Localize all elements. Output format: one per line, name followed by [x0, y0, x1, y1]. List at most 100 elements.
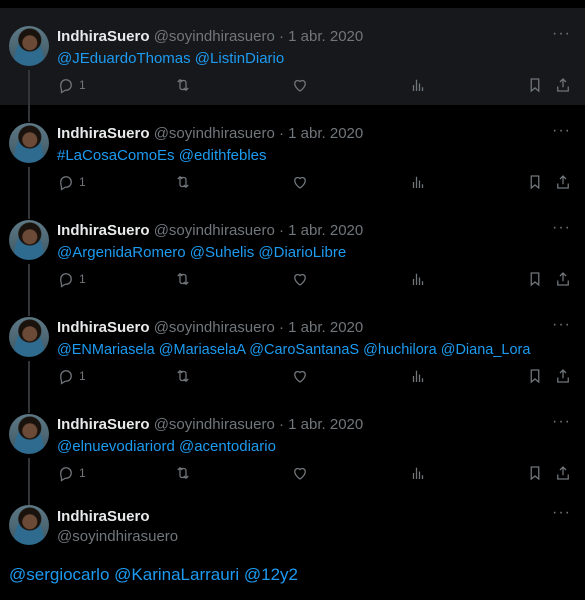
more-options-icon[interactable]: ···	[552, 413, 571, 431]
retweet-button[interactable]	[174, 75, 192, 95]
mention-link[interactable]: @huchilora	[363, 342, 437, 358]
mention-link[interactable]: @Suhelis	[190, 244, 254, 261]
tweet-text: @ENMariasela @MariaselaA @CaroSantanaS @…	[57, 340, 530, 360]
author-handle[interactable]: @soyindhirasuero	[154, 125, 275, 142]
avatar[interactable]	[9, 220, 49, 260]
avatar[interactable]	[9, 414, 49, 454]
tweet-actions: 1	[57, 269, 577, 289]
author-name[interactable]: IndhiraSuero	[57, 125, 150, 142]
more-options-icon[interactable]: ···	[552, 316, 571, 334]
author-name[interactable]: IndhiraSuero	[57, 28, 150, 45]
separator: ·	[278, 416, 284, 433]
reply-button[interactable]: 1	[57, 172, 86, 192]
tweet-actions: 1	[57, 75, 577, 95]
reply-button[interactable]: 1	[57, 269, 86, 289]
author-handle[interactable]: @soyindhirasuero	[57, 528, 178, 545]
retweet-button[interactable]	[174, 463, 192, 483]
views-icon	[412, 79, 424, 91]
views-button[interactable]	[409, 463, 427, 483]
tweet-text: @elnuevodiariord @acentodiario	[57, 437, 276, 457]
views-button[interactable]	[409, 75, 427, 95]
author-name[interactable]: IndhiraSuero	[57, 416, 150, 433]
tweet-date[interactable]: 1 abr. 2020	[288, 28, 363, 45]
views-button[interactable]	[409, 366, 427, 386]
like-button[interactable]	[291, 463, 309, 483]
share-button[interactable]	[554, 366, 572, 386]
like-button[interactable]	[291, 172, 309, 192]
mention-link[interactable]: @ListinDiario	[195, 50, 284, 67]
views-icon	[412, 370, 424, 382]
like-button[interactable]	[291, 366, 309, 386]
reply-icon	[60, 370, 72, 385]
mention-link[interactable]: @JEduardoThomas	[57, 50, 191, 67]
author-handle[interactable]: @soyindhirasuero	[154, 222, 275, 239]
reply-count: 1	[79, 175, 86, 189]
share-button[interactable]	[554, 172, 572, 192]
retweet-button[interactable]	[174, 269, 192, 289]
share-button[interactable]	[554, 463, 572, 483]
like-button[interactable]	[291, 75, 309, 95]
bookmark-button[interactable]	[526, 463, 544, 483]
author-name[interactable]: IndhiraSuero	[57, 319, 150, 336]
bookmark-icon	[530, 78, 540, 93]
avatar[interactable]	[9, 317, 49, 357]
author-handle[interactable]: @soyindhirasuero	[154, 319, 275, 336]
reply-button[interactable]: 1	[57, 463, 86, 483]
more-options-icon[interactable]: ···	[552, 122, 571, 140]
mention-link[interactable]: @Diana_Lora	[441, 342, 531, 358]
bookmark-icon	[530, 175, 540, 190]
share-button[interactable]	[554, 75, 572, 95]
tweet[interactable]: IndhiraSuero @soyindhirasuero · 1 abr. 2…	[0, 202, 585, 299]
retweet-button[interactable]	[174, 366, 192, 386]
bookmark-button[interactable]	[526, 366, 544, 386]
reply-button[interactable]: 1	[57, 75, 86, 95]
retweet-button[interactable]	[174, 172, 192, 192]
tweet[interactable]: IndhiraSuero @soyindhirasuero · 1 abr. 2…	[0, 8, 585, 105]
mention-link[interactable]: @MariaselaA	[159, 342, 245, 358]
tweet-date[interactable]: 1 abr. 2020	[288, 222, 363, 239]
views-button[interactable]	[409, 172, 427, 192]
tweet-actions: 1	[57, 366, 577, 386]
share-button[interactable]	[554, 269, 572, 289]
more-options-icon[interactable]: ···	[552, 504, 571, 522]
reply-count: 1	[79, 466, 86, 480]
avatar[interactable]	[9, 505, 49, 545]
author-handle[interactable]: @soyindhirasuero	[154, 28, 275, 45]
tweet[interactable]: IndhiraSuero @soyindhirasuero · 1 abr. 2…	[0, 105, 585, 202]
thread-line	[28, 458, 30, 493]
bookmark-button[interactable]	[526, 269, 544, 289]
mention-link[interactable]: @sergiocarlo	[9, 565, 109, 584]
mention-link[interactable]: @CaroSantanaS	[249, 342, 359, 358]
tweet-date[interactable]: 1 abr. 2020	[288, 319, 363, 336]
views-icon	[412, 467, 424, 479]
thread-line	[28, 70, 30, 105]
avatar[interactable]	[9, 123, 49, 163]
views-button[interactable]	[409, 269, 427, 289]
hashtag-link[interactable]: #LaCosaComoEs	[57, 147, 175, 164]
more-options-icon[interactable]: ···	[552, 25, 571, 43]
author-handle[interactable]: @soyindhirasuero	[154, 416, 275, 433]
more-options-icon[interactable]: ···	[552, 219, 571, 237]
mention-link[interactable]: @elnuevodiariord	[57, 438, 175, 455]
like-button[interactable]	[291, 269, 309, 289]
mention-link[interactable]: @12y2	[244, 565, 298, 584]
tweet[interactable]: IndhiraSuero @soyindhirasuero · 1 abr. 2…	[0, 396, 585, 493]
author-name[interactable]: IndhiraSuero	[57, 508, 150, 525]
bookmark-button[interactable]	[526, 75, 544, 95]
mention-link[interactable]: @acentodiario	[179, 438, 276, 455]
separator: ·	[278, 222, 284, 239]
avatar[interactable]	[9, 26, 49, 66]
reply-button[interactable]: 1	[57, 366, 86, 386]
mention-link[interactable]: @ArgenidaRomero	[57, 244, 186, 261]
views-icon	[412, 273, 424, 285]
author-name[interactable]: IndhiraSuero	[57, 222, 150, 239]
tweet-date[interactable]: 1 abr. 2020	[288, 416, 363, 433]
mention-link[interactable]: @KarinaLarrauri	[114, 565, 239, 584]
mention-link[interactable]: @ENMariasela	[57, 342, 155, 358]
mention-link[interactable]: @edithfebles	[179, 147, 267, 164]
bookmark-button[interactable]	[526, 172, 544, 192]
tweet-date[interactable]: 1 abr. 2020	[288, 125, 363, 142]
mention-link[interactable]: @DiarioLibre	[258, 244, 346, 261]
thread-line	[28, 264, 30, 299]
tweet[interactable]: IndhiraSuero @soyindhirasuero · 1 abr. 2…	[0, 299, 585, 396]
